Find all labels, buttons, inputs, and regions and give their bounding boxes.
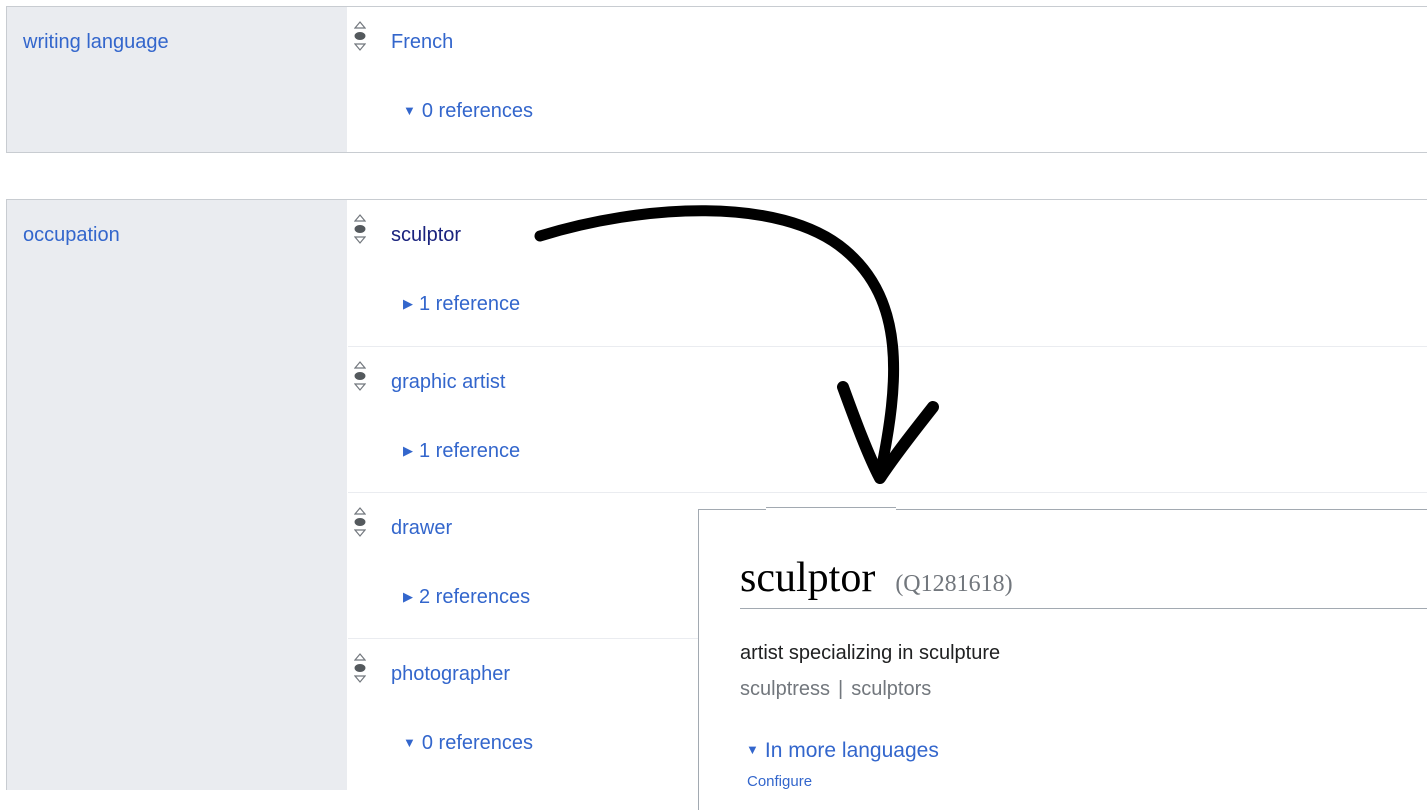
references-count: 2 references: [419, 586, 531, 608]
rank-selector-icon[interactable]: [354, 653, 366, 683]
statement-sculptor: sculptor ▶ 1 reference: [348, 200, 1427, 345]
statement-value[interactable]: sculptor: [391, 224, 461, 247]
references-toggle[interactable]: ▶ 1 reference: [403, 293, 520, 316]
popup-description: artist specializing in sculpture: [740, 642, 1001, 664]
popup-aliases: sculptress | sculptors: [740, 678, 931, 701]
configure-link[interactable]: Configure: [747, 773, 812, 790]
statement-value[interactable]: French: [391, 31, 453, 54]
references-toggle[interactable]: ▼ 0 references: [403, 100, 533, 123]
references-toggle[interactable]: ▶ 2 references: [403, 586, 530, 609]
statement-value[interactable]: drawer: [391, 517, 452, 540]
property-link-writing-language[interactable]: writing language: [23, 31, 169, 54]
statement-value[interactable]: photographer: [391, 663, 510, 686]
triangle-right-icon: ▶: [403, 296, 413, 311]
references-toggle[interactable]: ▶ 1 reference: [403, 440, 520, 463]
statement-graphic-artist: graphic artist ▶ 1 reference: [348, 346, 1427, 492]
statement-french: French ▼ 0 references: [348, 7, 1427, 152]
rank-selector-icon[interactable]: [354, 21, 366, 51]
alias: sculptress: [740, 678, 831, 700]
references-count: 1 reference: [419, 440, 521, 462]
references-count: 0 references: [421, 100, 534, 122]
triangle-down-icon: ▼: [403, 735, 416, 750]
popup-title[interactable]: sculptor: [740, 555, 875, 601]
triangle-down-icon: ▼: [746, 742, 759, 757]
rank-selector-icon[interactable]: [354, 507, 366, 537]
entity-preview-popup: sculptor (Q1281618) artist specializing i…: [698, 507, 1427, 810]
property-label-cell: occupation: [7, 200, 347, 790]
triangle-down-icon: ▼: [403, 103, 416, 118]
references-count: 0 references: [421, 732, 534, 754]
alias: sculptors: [851, 678, 932, 700]
popup-tab-edge: [766, 507, 896, 512]
in-more-languages-label: In more languages: [764, 739, 939, 762]
rank-selector-icon[interactable]: [354, 214, 366, 244]
popup-qid: (Q1281618): [895, 571, 1013, 597]
references-toggle[interactable]: ▼ 0 references: [403, 732, 533, 755]
property-label-cell: writing language: [7, 7, 347, 152]
statement-value[interactable]: graphic artist: [391, 371, 506, 394]
triangle-right-icon: ▶: [403, 443, 413, 458]
statement-group-writing-language: writing language French ▼ 0 references: [6, 6, 1427, 153]
triangle-right-icon: ▶: [403, 589, 413, 604]
alias-separator: |: [838, 678, 844, 700]
references-count: 1 reference: [419, 293, 521, 315]
in-more-languages-toggle[interactable]: ▼ In more languages: [746, 739, 939, 763]
property-link-occupation[interactable]: occupation: [23, 224, 120, 247]
popup-heading: sculptor (Q1281618): [740, 554, 1427, 609]
rank-selector-icon[interactable]: [354, 361, 366, 391]
